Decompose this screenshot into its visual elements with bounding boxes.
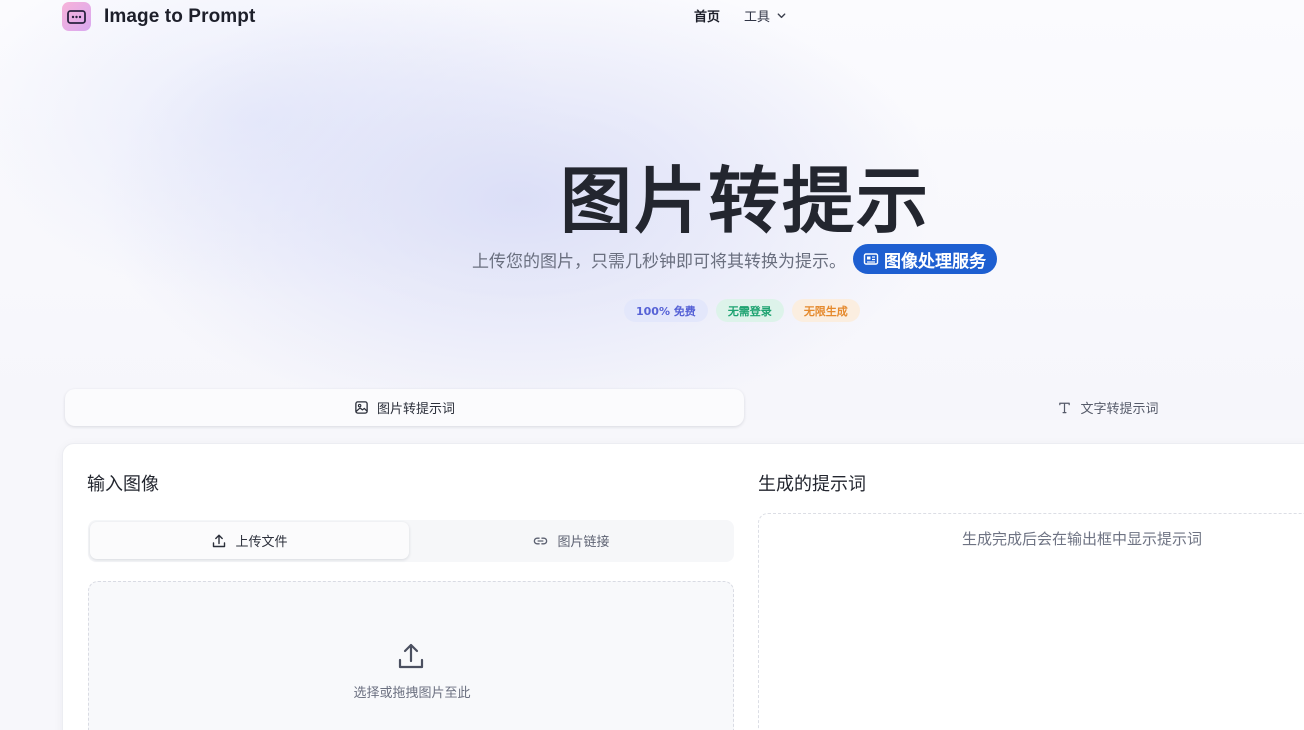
image-dropzone[interactable]: 选择或拖拽图片至此 [88, 581, 734, 730]
hero-subtitle: 上传您的图片，只需几秒钟即可将其转换为提示。 [472, 251, 846, 272]
mode-tabs: 图片转提示词 文字转提示词 [64, 389, 1304, 427]
nav-tools-dropdown[interactable]: 工具 [744, 6, 787, 25]
link-icon [534, 537, 548, 544]
badge-no-login: 无需登录 [715, 299, 784, 322]
top-navbar: Image to Prompt 首页 工具 [0, 0, 1304, 34]
tab-image-to-prompt-label: 图片转提示词 [376, 402, 455, 417]
text-icon [1059, 402, 1071, 414]
badge-free: 100% 免费 [624, 299, 708, 322]
output-placeholder: 生成完成后会在输出框中显示提示词 [961, 530, 1202, 548]
chevron-down-icon [777, 13, 786, 19]
image-service-label: 图像处理服务 [884, 251, 986, 272]
tab-image-link-label: 图片链接 [557, 535, 610, 550]
tab-image-to-prompt[interactable]: 图片转提示词 [65, 389, 744, 426]
brand-name: Image to Prompt [104, 5, 256, 27]
newspaper-icon [863, 253, 879, 265]
nav-home-link[interactable]: 首页 [694, 6, 720, 25]
input-section-title: 输入图像 [87, 474, 159, 495]
feature-badges: 100% 免费 无需登录 无限生成 [624, 299, 860, 322]
brand[interactable]: Image to Prompt [62, 2, 255, 31]
tab-upload-file[interactable]: 上传文件 [90, 522, 409, 559]
input-source-tabs: 上传文件 图片链接 [88, 520, 734, 562]
tab-text-to-prompt-label: 文字转提示词 [1080, 402, 1159, 417]
tab-text-to-prompt[interactable]: 文字转提示词 [744, 389, 1304, 426]
hero-subtitle-row: 上传您的图片，只需几秒钟即可将其转换为提示。 图像处理服务 [472, 244, 997, 274]
main-panel: 输入图像 上传文件 图片链接 选择或拖拽图片至此 生成的提示词 生成完成后会在输… [62, 443, 1304, 730]
image-icon [355, 401, 368, 414]
tab-upload-file-label: 上传文件 [235, 535, 288, 550]
output-section-title: 生成的提示词 [758, 474, 866, 495]
tab-image-link[interactable]: 图片链接 [410, 522, 732, 559]
page-title: 图片转提示 [559, 159, 930, 243]
badge-unlimited: 无限生成 [791, 299, 860, 322]
upload-icon [213, 534, 226, 547]
upload-icon [398, 643, 424, 669]
app-logo-icon [62, 2, 91, 31]
dropzone-hint: 选择或拖拽图片至此 [353, 686, 471, 701]
prompt-output-box[interactable]: 生成完成后会在输出框中显示提示词 [758, 513, 1304, 730]
nav-tools-label: 工具 [744, 10, 771, 25]
main-nav: 首页 工具 [694, 6, 787, 25]
image-service-button[interactable]: 图像处理服务 [853, 244, 997, 274]
